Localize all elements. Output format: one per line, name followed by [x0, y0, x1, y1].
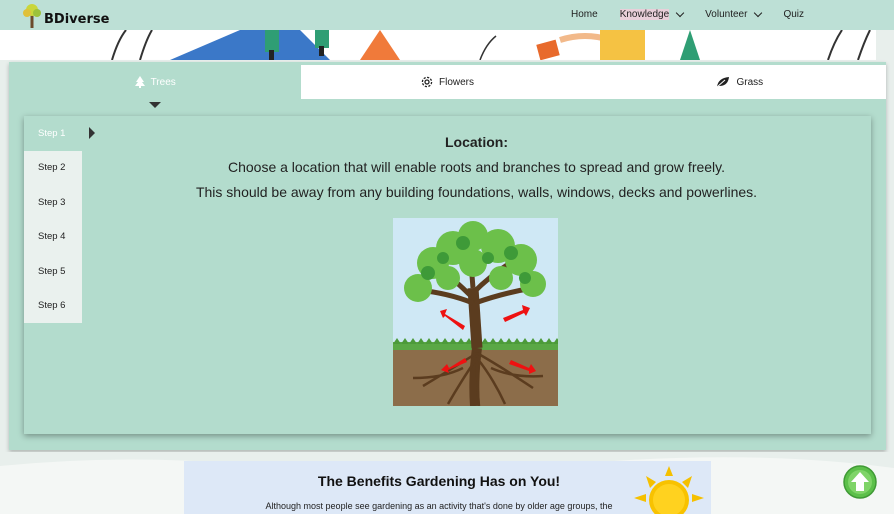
tree-logo-icon	[23, 4, 41, 28]
chevron-down-icon	[754, 8, 763, 17]
arrow-up-icon	[843, 465, 877, 499]
active-step-arrow-icon	[89, 127, 95, 140]
benefits-card: The Benefits Gardening Has on You! Altho…	[184, 461, 711, 514]
nav-home[interactable]: Home	[571, 9, 598, 20]
step-3-label: Step 3	[38, 196, 66, 208]
step-1-label: Step 1	[38, 127, 66, 139]
active-tab-indicator	[149, 102, 162, 108]
nav-volunteer[interactable]: Volunteer	[705, 8, 763, 20]
tab-trees[interactable]: Trees	[9, 65, 302, 108]
tab-grass-label: Grass	[736, 76, 764, 88]
benefits-text: Although most people see gardening as an…	[265, 501, 613, 511]
tab-flowers[interactable]: Flowers	[301, 65, 594, 99]
tree-roots-illustration	[393, 218, 558, 406]
tab-trees-label: Trees	[150, 76, 176, 88]
top-navigation-bar: BDiverse Home Knowledge Volunteer Quiz	[0, 0, 894, 30]
sun-icon	[634, 466, 704, 514]
nav-knowledge[interactable]: Knowledge	[619, 8, 685, 20]
step-5-label: Step 5	[38, 265, 66, 277]
step-description-line-2: This should be away from any building fo…	[195, 184, 758, 200]
nav-quiz-label: Quiz	[783, 9, 804, 20]
plant-type-tabs: Trees Flowers Grass	[9, 65, 886, 108]
flower-icon	[421, 76, 433, 88]
step-2-button[interactable]: Step 2	[24, 150, 82, 185]
step-4-label: Step 4	[38, 231, 66, 243]
step-1-button[interactable]: Step 1	[24, 116, 95, 151]
nav-home-label: Home	[571, 9, 598, 20]
chevron-down-icon	[675, 8, 685, 17]
step-title: Location:	[445, 134, 508, 150]
step-4-button[interactable]: Step 4	[24, 219, 82, 254]
hero-banner-illustration	[0, 30, 894, 60]
main-nav: Home Knowledge Volunteer Quiz	[571, 8, 804, 20]
step-card: Step 1 Step 2 Step 3 Step 4 Step 5 Step …	[24, 116, 871, 434]
step-3-button[interactable]: Step 3	[24, 185, 82, 220]
benefits-title: The Benefits Gardening Has on You!	[317, 473, 561, 489]
leaf-icon	[717, 77, 730, 88]
nav-quiz[interactable]: Quiz	[783, 9, 804, 20]
step-6-label: Step 6	[38, 300, 66, 312]
step-content: Location: Choose a location that will en…	[124, 134, 829, 205]
nav-knowledge-label: Knowledge	[619, 9, 670, 20]
step-5-button[interactable]: Step 5	[24, 254, 82, 289]
step-2-label: Step 2	[38, 162, 66, 174]
step-6-button[interactable]: Step 6	[24, 288, 82, 323]
logo-text: BDiverse	[44, 12, 110, 27]
nav-volunteer-label: Volunteer	[705, 9, 748, 20]
logo[interactable]: BDiverse	[22, 2, 109, 28]
step-list: Step 1 Step 2 Step 3 Step 4 Step 5 Step …	[24, 116, 95, 323]
step-description-line-1: Choose a location that will enable roots…	[227, 159, 726, 175]
tab-grass[interactable]: Grass	[593, 65, 886, 99]
tab-flowers-label: Flowers	[438, 76, 474, 88]
plant-guide-panel: Trees Flowers Grass Step 1 Step 2 Step 3…	[9, 62, 886, 450]
scroll-to-top-button[interactable]	[843, 465, 877, 499]
tree-icon	[134, 76, 145, 88]
